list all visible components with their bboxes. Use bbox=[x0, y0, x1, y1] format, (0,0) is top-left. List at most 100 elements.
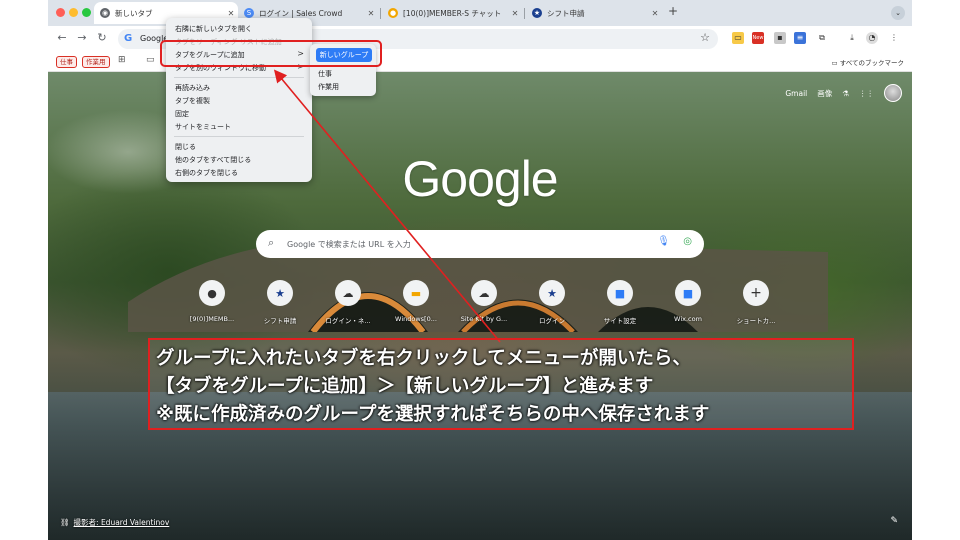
instruction-line-1: グループに入れたいタブを右クリックしてメニューが開いたら、 bbox=[156, 348, 691, 369]
zoom-window-button[interactable] bbox=[82, 8, 91, 17]
menu-item-reload[interactable]: 再読み込み bbox=[175, 83, 210, 93]
salescrowd-icon: S bbox=[244, 8, 254, 18]
tab-label: ログイン | Sales Crowd bbox=[259, 8, 343, 18]
google-lens-icon[interactable]: ◎ bbox=[683, 236, 692, 247]
star-icon: ★ bbox=[539, 280, 565, 306]
shortcut-label: Site Kit by G... bbox=[460, 315, 508, 323]
google-g-icon: G bbox=[124, 33, 133, 44]
extension-icon[interactable]: ≡ bbox=[794, 32, 806, 44]
folder-icon[interactable]: ▭ bbox=[146, 55, 155, 65]
tab-label: 新しいタブ bbox=[115, 8, 153, 18]
close-icon[interactable]: ✕ bbox=[224, 9, 238, 18]
group-item-work[interactable]: 仕事 bbox=[318, 69, 332, 79]
download-icon[interactable]: ⤓ bbox=[846, 32, 858, 44]
shortcut-tile[interactable]: ▬ Windows[0... bbox=[382, 280, 450, 323]
add-shortcut-tile[interactable]: + ショートカ... bbox=[722, 280, 790, 325]
shortcut-label: ログイン・ネ... bbox=[325, 317, 371, 325]
shortcut-label: ショートカ... bbox=[736, 317, 776, 325]
tab-separator bbox=[380, 8, 381, 19]
google-search-box[interactable]: ⌕ Google で検索または URL を入力 🎙 ◎ bbox=[256, 230, 704, 258]
shortcut-tile[interactable]: ☁ ログイン・ネ... bbox=[314, 280, 382, 325]
google-header-links: Gmail 画像 ⚗ ⋮⋮ bbox=[785, 84, 902, 102]
chat-icon: ● bbox=[199, 280, 225, 306]
shortcut-tile[interactable]: ★ シフト申請 bbox=[246, 280, 314, 325]
bookmark-group-work[interactable]: 仕事 bbox=[56, 56, 77, 68]
instruction-callout: グループに入れたいタブを右クリックしてメニューが開いたら、 【タブをグループに追… bbox=[148, 338, 854, 430]
shortcut-label: Wix.com bbox=[674, 315, 702, 323]
shortcut-tile[interactable]: ■ Wix.com bbox=[654, 280, 722, 323]
photo-credit-link[interactable]: ⛓ 撮影者: Eduard Valentinov bbox=[60, 517, 169, 528]
folder-icon: ▭ bbox=[831, 59, 840, 67]
extension-new-icon[interactable]: New bbox=[752, 32, 764, 44]
forward-button[interactable]: → bbox=[74, 31, 90, 44]
highlight-box bbox=[160, 40, 382, 67]
shortcuts-row: ● [9(0)]MEMB... ★ シフト申請 ☁ ログイン・ネ... ▬ Wi… bbox=[178, 280, 798, 330]
extension-icon[interactable]: ▪ bbox=[774, 32, 786, 44]
new-tab-button[interactable]: + bbox=[668, 4, 678, 18]
close-window-button[interactable] bbox=[56, 8, 65, 17]
square-app-icon: ■ bbox=[607, 280, 633, 306]
square-app-icon: ■ bbox=[675, 280, 701, 306]
labs-flask-icon[interactable]: ⚗ bbox=[842, 89, 849, 98]
close-icon[interactable]: ✕ bbox=[364, 9, 378, 18]
menu-item-duplicate[interactable]: タブを複製 bbox=[175, 96, 210, 106]
photo-credit-text: 撮影者: Eduard Valentinov bbox=[73, 518, 170, 527]
shortcut-label: [9(0)]MEMB... bbox=[189, 315, 235, 323]
group-item-sagyou[interactable]: 作業用 bbox=[318, 82, 339, 92]
browser-window: ◉ 新しいタブ ✕ S ログイン | Sales Crowd ✕ ● [10(0… bbox=[48, 0, 912, 540]
bookmark-group-sagyou[interactable]: 作業用 bbox=[82, 56, 110, 68]
more-menu-icon[interactable]: ⋮ bbox=[888, 32, 900, 44]
menu-item-close[interactable]: 閉じる bbox=[175, 142, 196, 152]
menu-item-mute-site[interactable]: サイトをミュート bbox=[175, 122, 231, 132]
plus-icon: + bbox=[743, 280, 769, 306]
menu-item-close-others[interactable]: 他のタブをすべて閉じる bbox=[175, 155, 251, 165]
close-icon[interactable]: ✕ bbox=[648, 9, 662, 18]
tab-member-chat[interactable]: ● [10(0)]MEMBER-S チャット ✕ bbox=[382, 2, 522, 24]
shortcut-label: Windows[0... bbox=[395, 315, 437, 323]
apps-grid-icon[interactable]: ⊞ bbox=[118, 55, 126, 65]
cloud-icon: ☁ bbox=[471, 280, 497, 306]
menu-item-new-tab-right[interactable]: 右隣に新しいタブを開く bbox=[175, 24, 252, 34]
link-icon: ⛓ bbox=[60, 518, 70, 527]
shortcut-tile[interactable]: ☁ Site Kit by G... bbox=[450, 280, 518, 323]
shortcut-tile[interactable]: ★ ログイン bbox=[518, 280, 586, 325]
instruction-line-3: ※既に作成済みのグループを選択すればそちらの中へ保存されます bbox=[156, 404, 710, 425]
cloud-icon: ☁ bbox=[335, 280, 361, 306]
menu-item-close-right[interactable]: 右側のタブを閉じる bbox=[175, 168, 238, 178]
apps-grid-icon[interactable]: ⋮⋮ bbox=[859, 89, 874, 98]
tutorial-slide: ◉ 新しいタブ ✕ S ログイン | Sales Crowd ✕ ● [10(0… bbox=[0, 0, 960, 540]
profile-avatar[interactable]: ◔ bbox=[866, 32, 878, 44]
pencil-icon[interactable]: ✎ bbox=[890, 516, 898, 526]
shortcut-label: シフト申請 bbox=[263, 317, 297, 325]
reload-button[interactable]: ↻ bbox=[94, 31, 110, 44]
tab-label: [10(0)]MEMBER-S チャット bbox=[403, 8, 502, 18]
shortcut-label: サイト設定 bbox=[603, 317, 637, 325]
bookmark-star-icon[interactable]: ☆ bbox=[700, 31, 710, 44]
all-bookmarks-label: すべてのブックマーク bbox=[839, 59, 904, 67]
search-icon: ⌕ bbox=[268, 236, 275, 249]
back-button[interactable]: ← bbox=[54, 31, 70, 44]
shortcut-tile[interactable]: ● [9(0)]MEMB... bbox=[178, 280, 246, 323]
chat-icon: ● bbox=[388, 8, 398, 18]
microphone-icon[interactable]: 🎙 bbox=[657, 236, 670, 247]
tab-label: シフト申請 bbox=[547, 8, 585, 18]
extension-icon[interactable]: ▭ bbox=[732, 32, 744, 44]
instruction-line-2: 【タブをグループに追加】＞【新しいグループ】と進みます bbox=[156, 376, 654, 397]
search-placeholder: Google で検索または URL を入力 bbox=[287, 240, 411, 249]
menu-item-pin[interactable]: 固定 bbox=[175, 109, 189, 119]
all-bookmarks-button[interactable]: ▭ すべてのブックマーク bbox=[831, 57, 904, 67]
tab-shift[interactable]: ★ シフト申請 ✕ bbox=[526, 2, 662, 24]
shortcut-label: ログイン bbox=[539, 317, 565, 325]
star-icon: ★ bbox=[267, 280, 293, 306]
gmail-link[interactable]: Gmail bbox=[785, 89, 807, 98]
menu-separator bbox=[174, 136, 304, 137]
account-avatar[interactable] bbox=[884, 84, 902, 102]
tab-search-button[interactable]: ⌄ bbox=[891, 6, 905, 20]
images-link[interactable]: 画像 bbox=[817, 88, 832, 99]
chrome-icon: ◉ bbox=[100, 8, 110, 18]
shortcut-tile[interactable]: ■ サイト設定 bbox=[586, 280, 654, 325]
minimize-window-button[interactable] bbox=[69, 8, 78, 17]
puzzle-icon[interactable]: ⧉ bbox=[816, 32, 828, 44]
tab-separator bbox=[524, 8, 525, 19]
close-icon[interactable]: ✕ bbox=[508, 9, 522, 18]
